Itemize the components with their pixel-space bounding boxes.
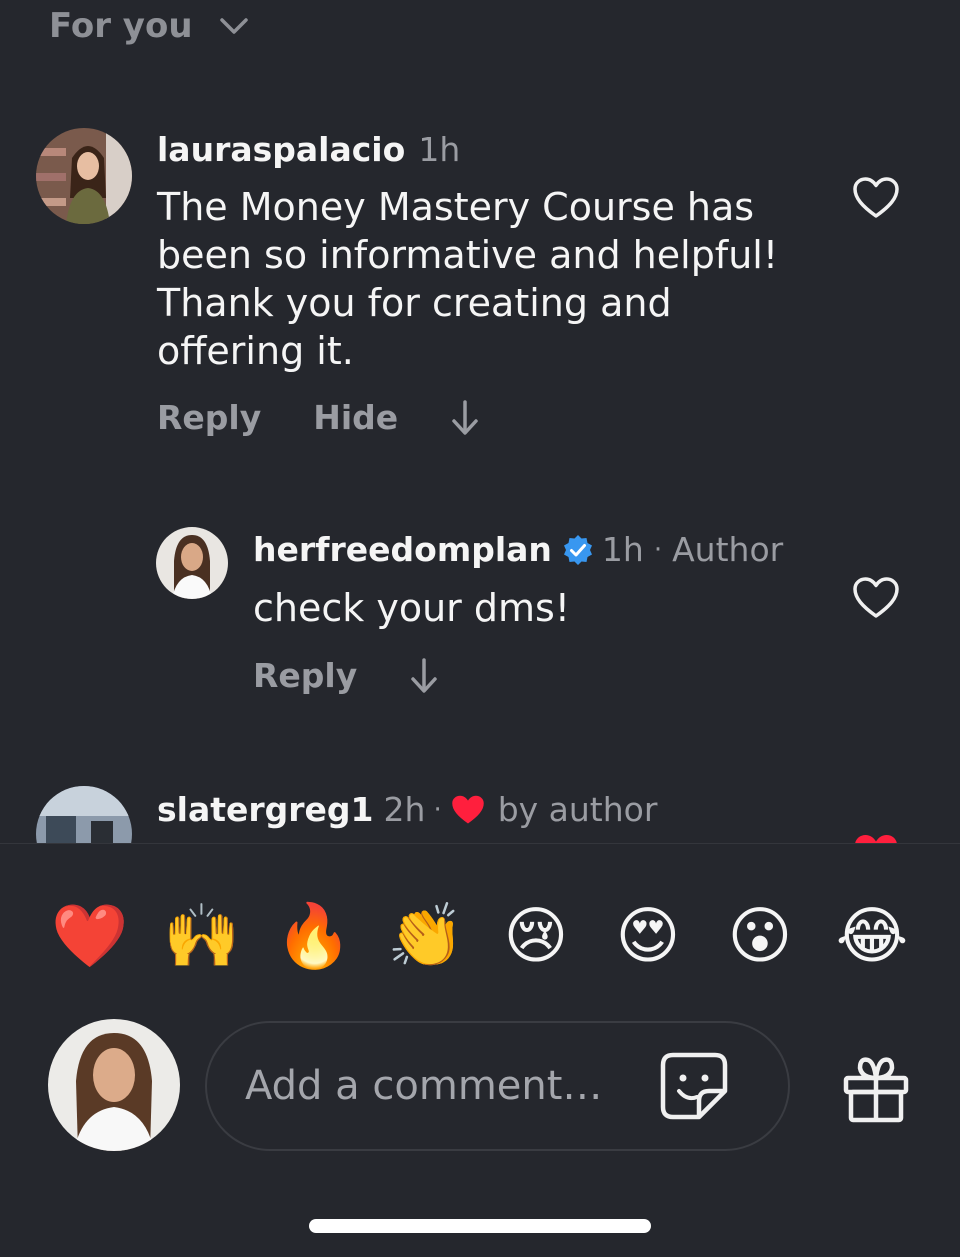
comment-time: 2h	[383, 790, 426, 829]
reply-button[interactable]: Reply	[253, 656, 357, 695]
reaction-tears-of-joy[interactable]: 😂	[835, 899, 909, 973]
comment-actions: Reply	[253, 656, 439, 695]
current-user-avatar	[48, 1019, 180, 1151]
meta-separator: ·	[653, 534, 663, 565]
home-indicator[interactable]	[309, 1219, 651, 1233]
comments-screen: For you lauraspalacio 1h The Money Maste…	[0, 0, 960, 1257]
comment-composer-panel: ❤️ 🙌 🔥 👏 😢 😍 😮 😂 Add a comment…	[0, 843, 960, 1257]
chevron-down-icon	[219, 18, 248, 34]
reaction-crying-face[interactable]: 😢	[499, 899, 573, 973]
arrow-down-icon[interactable]	[409, 657, 439, 695]
avatar[interactable]	[36, 786, 132, 843]
author-label: Author	[672, 530, 784, 569]
verified-badge-icon	[563, 534, 592, 565]
comment-username[interactable]: herfreedomplan	[253, 530, 552, 569]
comment-input-placeholder: Add a comment…	[245, 1063, 603, 1109]
reaction-heart-eyes[interactable]: 😍	[611, 899, 685, 973]
reaction-raising-hands[interactable]: 🙌	[163, 899, 240, 973]
comment-item: slatergreg1 2h · by author	[0, 780, 960, 843]
meta-separator: ·	[433, 794, 442, 825]
avatar[interactable]	[36, 128, 132, 224]
comment-time: 1h	[601, 530, 644, 569]
avatar[interactable]	[156, 527, 228, 599]
sort-dropdown[interactable]: For you	[49, 6, 249, 46]
sort-label: For you	[49, 6, 193, 46]
like-heart-icon[interactable]	[852, 576, 900, 620]
comment-username[interactable]: slatergreg1	[157, 790, 374, 829]
reaction-fire[interactable]: 🔥	[275, 899, 352, 973]
gift-icon[interactable]	[840, 1052, 912, 1124]
comment-text: check your dms!	[253, 586, 571, 630]
reaction-red-heart[interactable]: ❤️	[51, 899, 128, 973]
sticker-icon[interactable]	[659, 1051, 729, 1121]
comment-text: The Money Mastery Course has been so inf…	[157, 185, 779, 373]
hide-button[interactable]: Hide	[313, 398, 398, 437]
comment-input[interactable]: Add a comment…	[205, 1021, 790, 1151]
like-heart-filled-icon[interactable]	[852, 832, 900, 843]
comment-time: 1h	[418, 130, 461, 169]
reply-comment-item: herfreedomplan 1h · Author check your dm…	[0, 520, 960, 720]
comment-item: lauraspalacio 1h The Money Mastery Cours…	[0, 120, 960, 460]
reaction-clapping-hands[interactable]: 👏	[387, 899, 464, 973]
comment-actions: Reply Hide	[157, 398, 480, 437]
liked-by-author-label: by author	[497, 790, 658, 829]
heart-filled-icon	[451, 795, 484, 823]
reply-button[interactable]: Reply	[157, 398, 261, 437]
reaction-surprised-face[interactable]: 😮	[723, 899, 797, 973]
arrow-down-icon[interactable]	[450, 399, 480, 437]
like-heart-icon[interactable]	[852, 176, 900, 220]
comment-username[interactable]: lauraspalacio	[157, 130, 405, 169]
quick-reactions-bar: ❤️ 🙌 🔥 👏 😢 😍 😮 😂	[0, 899, 960, 979]
